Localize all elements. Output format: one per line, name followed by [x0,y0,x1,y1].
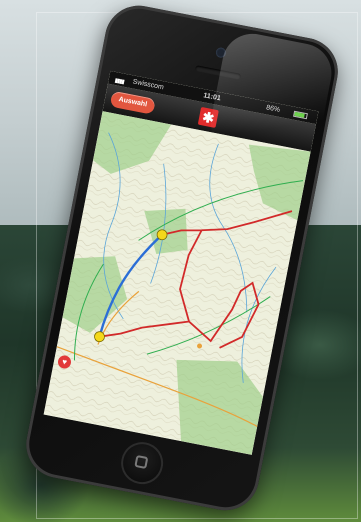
earpiece-speaker [194,65,242,80]
swiss-logo-icon[interactable]: ✱ [197,106,219,128]
home-square-icon [134,454,149,470]
select-button[interactable]: Auswahl [109,90,156,115]
battery-icon [293,110,308,120]
home-button[interactable] [117,438,167,488]
front-camera [215,46,227,59]
topographic-map[interactable] [43,111,311,455]
